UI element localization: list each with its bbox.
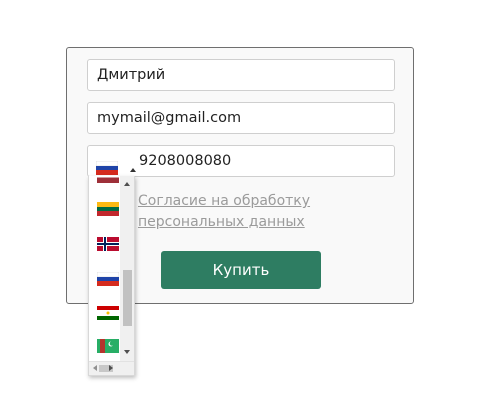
scroll-up-arrow-icon[interactable] [124,182,130,186]
tajikistan-flag-icon[interactable] [97,306,119,320]
latvia-flag-icon[interactable] [97,176,119,183]
scroll-right-arrow-icon[interactable] [109,365,113,371]
vertical-scrollbar[interactable] [120,176,134,361]
phone-value: 9208008080 [139,153,232,169]
lithuania-flag-icon[interactable] [97,202,119,216]
name-value: Дмитрий [97,67,166,83]
buy-button[interactable]: Купить [161,251,321,289]
russia-flag-icon[interactable] [97,272,119,286]
consent-link[interactable]: Согласие на обработку персональных данны… [138,191,398,233]
phone-input[interactable]: 9208008080 [87,145,395,177]
country-dropdown-list[interactable] [88,176,135,376]
chevron-up-icon [130,168,136,172]
turkmenistan-flag-icon[interactable] [97,339,119,353]
scroll-down-arrow-icon[interactable] [124,350,130,354]
email-value: mymail@gmail.com [97,110,242,126]
russia-flag-icon [95,160,119,175]
horizontal-scrollbar[interactable] [89,361,134,375]
scroll-left-arrow-icon[interactable] [93,365,97,371]
scrollbar-thumb[interactable] [123,270,132,326]
name-input[interactable]: Дмитрий [87,59,395,91]
norway-flag-icon[interactable] [97,237,119,251]
country-selector[interactable] [95,156,136,176]
email-input[interactable]: mymail@gmail.com [87,102,395,134]
